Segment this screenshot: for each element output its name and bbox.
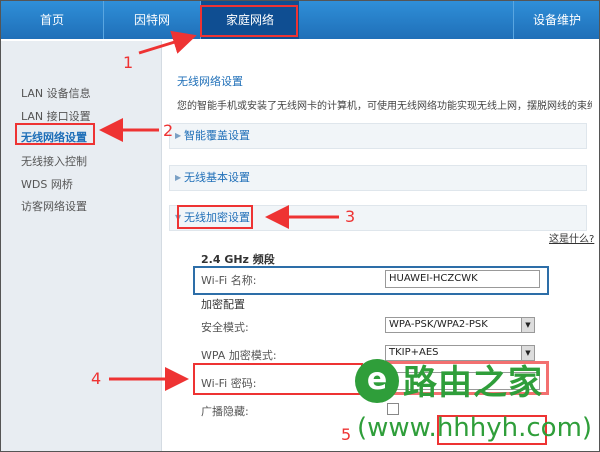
annotation-number-1: 1 (123, 53, 134, 72)
annotation-number-2: 2 (163, 121, 174, 140)
watermark-url: (www.hhhyh.com) (357, 413, 593, 443)
annotation-number-4: 4 (91, 369, 102, 388)
screenshot-frame: 首页 因特网 家庭网络 设备维护 LAN 设备信息 LAN 接口设置 无线网络设… (0, 0, 600, 452)
arrow-1 (138, 30, 197, 55)
annotation-number-3: 3 (345, 207, 356, 226)
watermark-text: 路由之家 (403, 363, 543, 403)
watermark-logo-icon: e (355, 359, 399, 403)
annotation-number-5: 5 (341, 425, 352, 444)
